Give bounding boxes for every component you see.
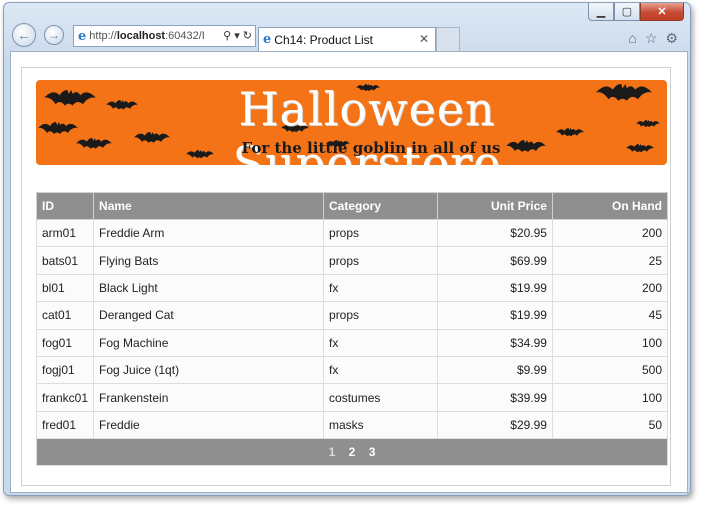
back-arrow-icon: ← (17, 27, 31, 43)
table-row: bl01 Black Light fx $19.99 200 (35, 273, 669, 303)
header-unit-price[interactable]: Unit Price (437, 192, 553, 220)
cell-price: $20.95 (437, 218, 553, 248)
header-id[interactable]: ID (35, 192, 95, 220)
forward-button[interactable]: → (44, 25, 64, 45)
table-row: fred01 Freddie masks $29.99 50 (35, 410, 669, 440)
refresh-icon[interactable]: ↻ (243, 30, 252, 42)
maximize-button[interactable]: ▢ (614, 3, 640, 21)
page-viewport: Halloween Superstore For the little gobl… (10, 51, 688, 493)
cell-category: props (323, 218, 438, 248)
back-button[interactable]: ← (12, 23, 36, 47)
cell-onhand: 200 (551, 218, 669, 248)
cell-id: fred01 (35, 410, 95, 440)
header-name[interactable]: Name (93, 192, 325, 220)
browser-tab[interactable]: e Ch14: Product List ✕ (258, 27, 436, 51)
cell-name: Fog Machine (93, 328, 325, 357)
cell-onhand: 500 (551, 355, 669, 385)
window-caption-buttons: ▁ ▢ ✕ (588, 3, 684, 21)
home-icon[interactable]: ⌂ (628, 30, 636, 47)
address-tools: ⚲ ▾ ↻ (221, 29, 252, 42)
address-bar[interactable]: e http://localhost:60432/I ⚲ ▾ ↻ (73, 25, 256, 47)
cell-onhand: 25 (551, 246, 669, 275)
cell-id: arm01 (35, 218, 95, 248)
browser-window: ▁ ▢ ✕ ← → e http://localhost:60432/I ⚲ ▾… (3, 2, 691, 496)
cell-category: props (323, 246, 438, 275)
pager-row: 1 2 3 (36, 438, 668, 467)
store-banner: Halloween Superstore For the little gobl… (36, 80, 667, 165)
cell-id: fogj01 (35, 355, 95, 385)
cell-name: Freddie Arm (93, 218, 325, 248)
pager: 1 2 3 (36, 438, 668, 467)
cell-name: Deranged Cat (93, 301, 325, 330)
cell-name: Frankenstein (93, 383, 325, 412)
page-container: Halloween Superstore For the little gobl… (21, 67, 671, 486)
favorites-star-icon[interactable]: ☆ (645, 30, 658, 47)
cell-name: Flying Bats (93, 246, 325, 275)
search-icon[interactable]: ⚲ (223, 30, 231, 42)
cell-onhand: 100 (551, 383, 669, 412)
address-scheme: http:// (89, 30, 117, 42)
product-table: ID Name Category Unit Price On Hand arm0… (35, 192, 669, 467)
minimize-button[interactable]: ▁ (588, 3, 614, 21)
dropdown-icon[interactable]: ▾ (234, 30, 240, 42)
pager-page-1: 1 (328, 445, 336, 460)
cell-id: bl01 (35, 273, 95, 303)
cell-price: $29.99 (437, 410, 553, 440)
pager-page-3[interactable]: 3 (369, 445, 376, 459)
cell-onhand: 200 (551, 273, 669, 303)
table-row: fogj01 Fog Juice (1qt) fx $9.99 500 (35, 355, 669, 385)
new-tab-button[interactable] (436, 27, 460, 51)
table-row: arm01 Freddie Arm props $20.95 200 (35, 218, 669, 248)
cell-name: Fog Juice (1qt) (93, 355, 325, 385)
address-host: localhost (116, 30, 166, 42)
table-row: cat01 Deranged Cat props $19.99 45 (35, 301, 669, 330)
pager-page-2[interactable]: 2 (349, 445, 356, 459)
close-window-button[interactable]: ✕ (640, 3, 684, 21)
header-on-hand[interactable]: On Hand (551, 192, 669, 220)
cell-id: frankc01 (35, 383, 95, 412)
address-rest: :60432/I (165, 30, 205, 42)
cell-category: fx (323, 273, 438, 303)
cell-price: $19.99 (437, 273, 553, 303)
cell-price: $39.99 (437, 383, 553, 412)
tab-title: Ch14: Product List (274, 32, 373, 47)
header-category[interactable]: Category (323, 192, 438, 220)
cell-category: fx (323, 328, 438, 357)
table-row: frankc01 Frankenstein costumes $39.99 10… (35, 383, 669, 412)
tab-ie-icon: e (263, 32, 272, 47)
cell-onhand: 45 (551, 301, 669, 330)
cell-name: Freddie (93, 410, 325, 440)
settings-gear-icon[interactable]: ⚙ (665, 30, 678, 47)
cell-category: props (323, 301, 438, 330)
table-row: bats01 Flying Bats props $69.99 25 (35, 246, 669, 275)
cell-category: costumes (323, 383, 438, 412)
ie-page-icon: e (78, 28, 87, 44)
browser-toolbar-icons: ⌂ ☆ ⚙ (628, 30, 678, 47)
banner-tagline: For the little goblin in all of us (241, 139, 501, 157)
cell-id: bats01 (35, 246, 95, 275)
cell-price: $19.99 (437, 301, 553, 330)
cell-onhand: 50 (551, 410, 669, 440)
forward-arrow-icon: → (48, 28, 60, 42)
cell-category: masks (323, 410, 438, 440)
cell-onhand: 100 (551, 328, 669, 357)
cell-id: cat01 (35, 301, 95, 330)
cell-price: $9.99 (437, 355, 553, 385)
cell-id: fog01 (35, 328, 95, 357)
table-row: fog01 Fog Machine fx $34.99 100 (35, 328, 669, 357)
cell-name: Black Light (93, 273, 325, 303)
tab-close-icon[interactable]: ✕ (419, 32, 429, 46)
cell-category: fx (323, 355, 438, 385)
cell-price: $34.99 (437, 328, 553, 357)
cell-price: $69.99 (437, 246, 553, 275)
table-header-row: ID Name Category Unit Price On Hand (35, 192, 669, 220)
